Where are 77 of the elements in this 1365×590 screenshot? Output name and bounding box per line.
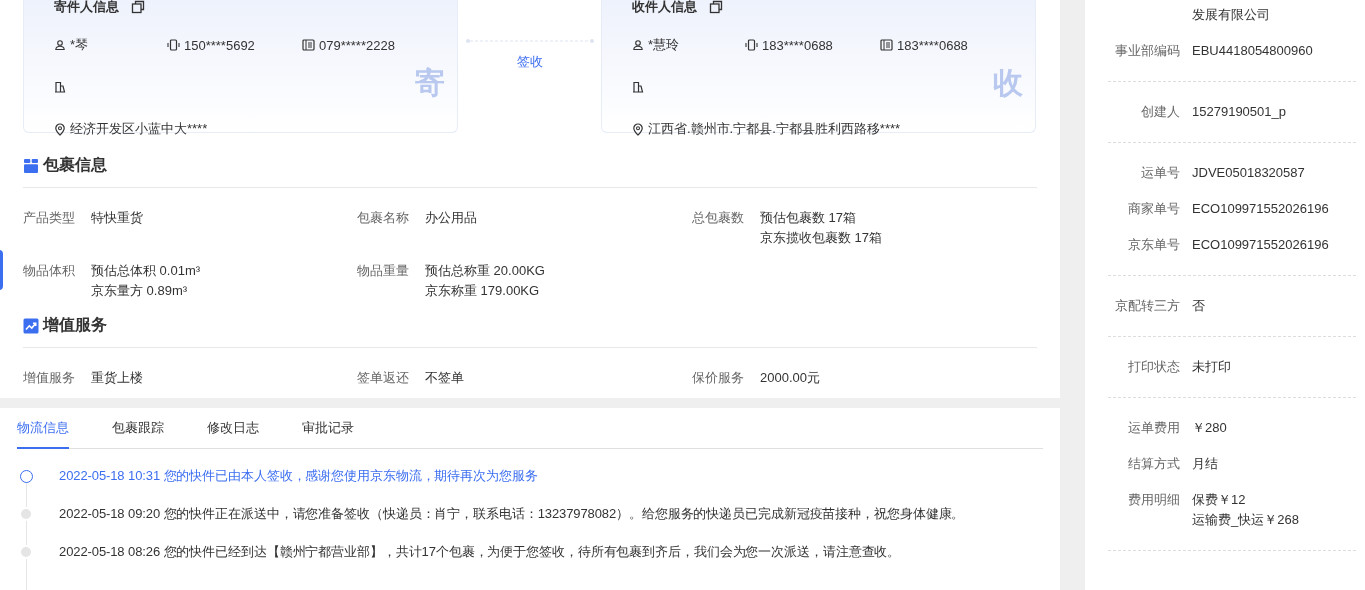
trend-chart-icon [23,317,39,334]
detail-value: EBU4418054800960 [1192,42,1313,60]
timeline-entry: 2022-05-18 08:26 您的快件已经到达【赣州宁都营业部】，共计17个包裹，为便于您签收，待所有包裹到齐后，我们会为您一次派送，请注意查收。 [59,543,901,561]
person-icon [632,39,644,51]
detail-value: JDVE05018320587 [1192,164,1305,182]
contact-name: *慧玲 [648,36,680,54]
mobile-phone-icon [167,39,180,51]
field-value: 预估包裹数 17箱 [760,209,858,227]
section-title: 包裹信息 [43,155,107,175]
copy-icon[interactable] [131,0,145,14]
detail-label: 事业部编码 [1115,43,1180,58]
detail-value: 发展有限公司 [1192,6,1270,24]
building-icon [632,81,644,93]
package-icon [23,157,39,174]
timeline-entry: 2022-05-18 09:20 您的快件正在派送中，请您准备签收（快递员：肖宁，联系电话：13237978082）。给您服务的快递员已完成新冠疫苗接种，祝您身体健康。 [59,505,965,523]
detail-label: 商家单号 [1128,201,1180,216]
field-value: 特快重货 [91,209,143,227]
detail-value: ECO109971552026196 [1192,200,1329,218]
detail-value: 月结 [1192,455,1218,473]
telephone-icon [880,39,893,51]
field-value: 京东揽收包裹数 17箱 [760,229,883,247]
field-label: 物品体积 [23,262,76,280]
timeline-entry: 2022-05-18 10:31 您的快件已由本人签收，感谢您使用京东物流，期待再次为您服务 [59,467,538,485]
tab[interactable]: 物流信息 [17,408,69,449]
phone-number: 183****0688 [897,37,968,53]
field-label: 物品重量 [357,262,410,280]
stamp-label: 寄 [415,65,445,101]
field-label: 包裹名称 [357,209,410,227]
field-value: 预估总称重 20.00KG [425,262,545,280]
sign-status-link[interactable]: 签收 [516,53,543,71]
field-label: 总包裹数 [692,209,745,227]
card-title: 收件人信息 [632,0,697,14]
building-icon [54,81,66,93]
field-label: 签单返还 [357,369,410,387]
field-value: 京东称重 179.00KG [425,282,541,300]
location-pin-icon [632,122,644,136]
telephone-icon [302,39,315,51]
stamp-label: 收 [993,65,1023,101]
detail-label: 京配转三方 [1115,298,1180,313]
mobile-number: 150****5692 [184,37,255,53]
detail-value: 未打印 [1192,358,1231,376]
field-value: 2000.00元 [760,369,820,387]
address: 经济开发区小蓝中大**** [70,120,208,138]
detail-label: 创建人 [1141,104,1180,119]
field-value: 重货上楼 [91,369,143,387]
detail-value: 15279190501_p [1192,103,1286,121]
detail-label: 费用明细 [1128,492,1180,507]
tab[interactable]: 修改日志 [207,408,259,449]
field-value: 京东量方 0.89m³ [91,282,189,300]
tab[interactable]: 审批记录 [302,408,354,449]
field-value: 预估总体积 0.01m³ [91,262,201,280]
phone-number: 079*****2228 [319,37,395,53]
person-icon [54,39,66,51]
detail-value: 保费￥12 [1192,491,1247,509]
detail-label: 结算方式 [1128,456,1180,471]
field-label: 产品类型 [23,209,76,227]
field-label: 增值服务 [23,369,76,387]
address: 江西省.赣州市.宁都县.宁都县胜利西路移**** [648,120,901,138]
field-value: 不签单 [425,369,464,387]
detail-label: 京东单号 [1128,237,1180,252]
detail-label: 运单费用 [1128,420,1180,435]
field-label: 保价服务 [692,369,745,387]
field-value: 办公用品 [425,209,477,227]
mobile-phone-icon [745,39,758,51]
tab[interactable]: 包裹跟踪 [112,408,164,449]
detail-label: 打印状态 [1128,359,1180,374]
mobile-number: 183****0688 [762,37,833,53]
section-title: 增值服务 [43,315,107,335]
detail-value: ￥280 [1192,419,1227,437]
contact-name: *琴 [70,36,89,54]
detail-value: ECO109971552026196 [1192,236,1329,254]
detail-value: 运输费_快运￥268 [1192,511,1299,529]
detail-value: 否 [1192,297,1205,315]
detail-label: 运单号 [1141,165,1180,180]
location-pin-icon [54,122,66,136]
copy-icon[interactable] [709,0,723,14]
card-title: 寄件人信息 [54,0,119,14]
